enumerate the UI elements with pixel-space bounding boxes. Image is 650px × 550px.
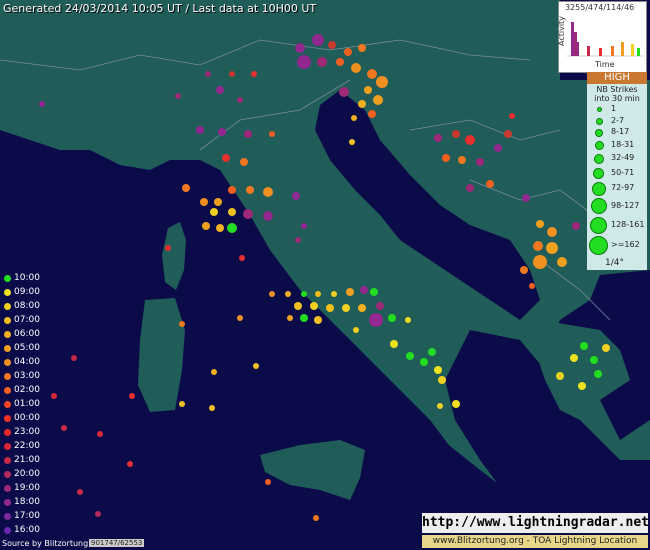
activity-chart: 3255/474/114/46 Activity Time (557, 1, 647, 73)
attribution-link[interactable]: www.Blitzortung.org - TOA Lightning Loca… (422, 535, 648, 548)
legend-dot (590, 217, 607, 234)
time-label: 06:00 (14, 329, 40, 339)
legend-dot (595, 141, 604, 150)
time-label: 19:00 (14, 483, 40, 493)
time-label: 21:00 (14, 455, 40, 465)
legend-label: 1 (611, 104, 617, 113)
time-row: 07:00 (2, 314, 40, 328)
time-label: 00:00 (14, 413, 40, 423)
time-scale: 10:00 09:00 08:00 07:00 06:00 05:00 04:0… (2, 272, 40, 538)
time-row: 19:00 (2, 482, 40, 496)
legend-dot (592, 182, 606, 196)
lightning-map[interactable]: Generated 24/03/2014 10:05 UT / Last dat… (0, 0, 650, 550)
map-canvas (0, 0, 650, 550)
time-row: 06:00 (2, 328, 40, 342)
legend-grid-resolution: 1/4° (605, 258, 624, 268)
time-dot (4, 345, 11, 352)
time-row: 16:00 (2, 524, 40, 538)
time-dot (4, 443, 11, 450)
legend-label: 72-97 (611, 183, 635, 192)
legend-label: 128-161 (611, 220, 645, 229)
time-dot (4, 359, 11, 366)
legend-row: 72-97 (587, 180, 647, 198)
time-row: 17:00 (2, 510, 40, 524)
time-dot (4, 457, 11, 464)
legend-title-line2: into 30 min (594, 94, 640, 103)
legend-dot (589, 236, 608, 255)
time-dot (4, 401, 11, 408)
time-row: 20:00 (2, 468, 40, 482)
time-dot (4, 415, 11, 422)
time-label: 05:00 (14, 343, 40, 353)
time-row: 00:00 (2, 412, 40, 426)
legend-label: 18-31 (611, 140, 635, 149)
source-credit: Source by Blitzortung (2, 539, 89, 548)
time-dot (4, 373, 11, 380)
time-label: 02:00 (14, 385, 40, 395)
time-row: 02:00 (2, 384, 40, 398)
time-label: 04:00 (14, 357, 40, 367)
legend-dot (597, 107, 602, 112)
legend-row: 98-127 (587, 197, 647, 215)
legend-dot (591, 198, 607, 214)
legend-label: 8-17 (611, 127, 630, 136)
time-row: 09:00 (2, 286, 40, 300)
legend-high-badge: HIGH (587, 72, 647, 84)
time-label: 09:00 (14, 287, 40, 297)
legend-label: 32-49 (611, 153, 635, 162)
time-label: 07:00 (14, 315, 40, 325)
time-row: 01:00 (2, 398, 40, 412)
header-generated: Generated 24/03/2014 10:05 UT / Last dat… (3, 2, 317, 15)
time-label: 16:00 (14, 525, 40, 535)
time-row: 23:00 (2, 426, 40, 440)
station-counter: 901747/62553 (89, 539, 145, 547)
legend-row: >=162 (587, 236, 647, 255)
legend-dot (595, 129, 603, 137)
time-row: 21:00 (2, 454, 40, 468)
time-label: 22:00 (14, 441, 40, 451)
time-dot (4, 471, 11, 478)
legend-dot (594, 154, 604, 164)
legend-dot (596, 118, 603, 125)
time-dot (4, 527, 11, 534)
time-label: 18:00 (14, 497, 40, 507)
time-row: 10:00 (2, 272, 40, 286)
time-label: 08:00 (14, 301, 40, 311)
time-label: 23:00 (14, 427, 40, 437)
time-row: 03:00 (2, 370, 40, 384)
legend-title: NB Strikes into 30 min (587, 85, 647, 103)
time-row: 08:00 (2, 300, 40, 314)
time-dot (4, 275, 11, 282)
time-row: 18:00 (2, 496, 40, 510)
time-label: 03:00 (14, 371, 40, 381)
time-label: 10:00 (14, 273, 40, 283)
time-dot (4, 289, 11, 296)
site-url-link[interactable]: http://www.lightningradar.net (422, 513, 649, 533)
legend-label: 98-127 (611, 201, 640, 210)
time-label: 20:00 (14, 469, 40, 479)
time-dot (4, 513, 11, 520)
legend-title-line1: NB Strikes (596, 85, 638, 94)
time-dot (4, 303, 11, 310)
time-dot (4, 331, 11, 338)
legend-dot (593, 168, 604, 179)
legend-label: >=162 (611, 240, 640, 249)
time-dot (4, 485, 11, 492)
time-row: 22:00 (2, 440, 40, 454)
time-dot (4, 429, 11, 436)
legend-label: 2-7 (611, 116, 625, 125)
legend-label: 50-71 (611, 168, 635, 177)
strike-legend: HIGH NB Strikes into 30 min 1 2-7 8-17 1… (587, 72, 647, 270)
legend-row: 128-161 (587, 216, 647, 234)
time-row: 04:00 (2, 356, 40, 370)
time-label: 01:00 (14, 399, 40, 409)
time-row: 05:00 (2, 342, 40, 356)
time-dot (4, 387, 11, 394)
time-dot (4, 317, 11, 324)
activity-x-label: Time (595, 60, 615, 69)
time-label: 17:00 (14, 511, 40, 521)
time-dot (4, 499, 11, 506)
